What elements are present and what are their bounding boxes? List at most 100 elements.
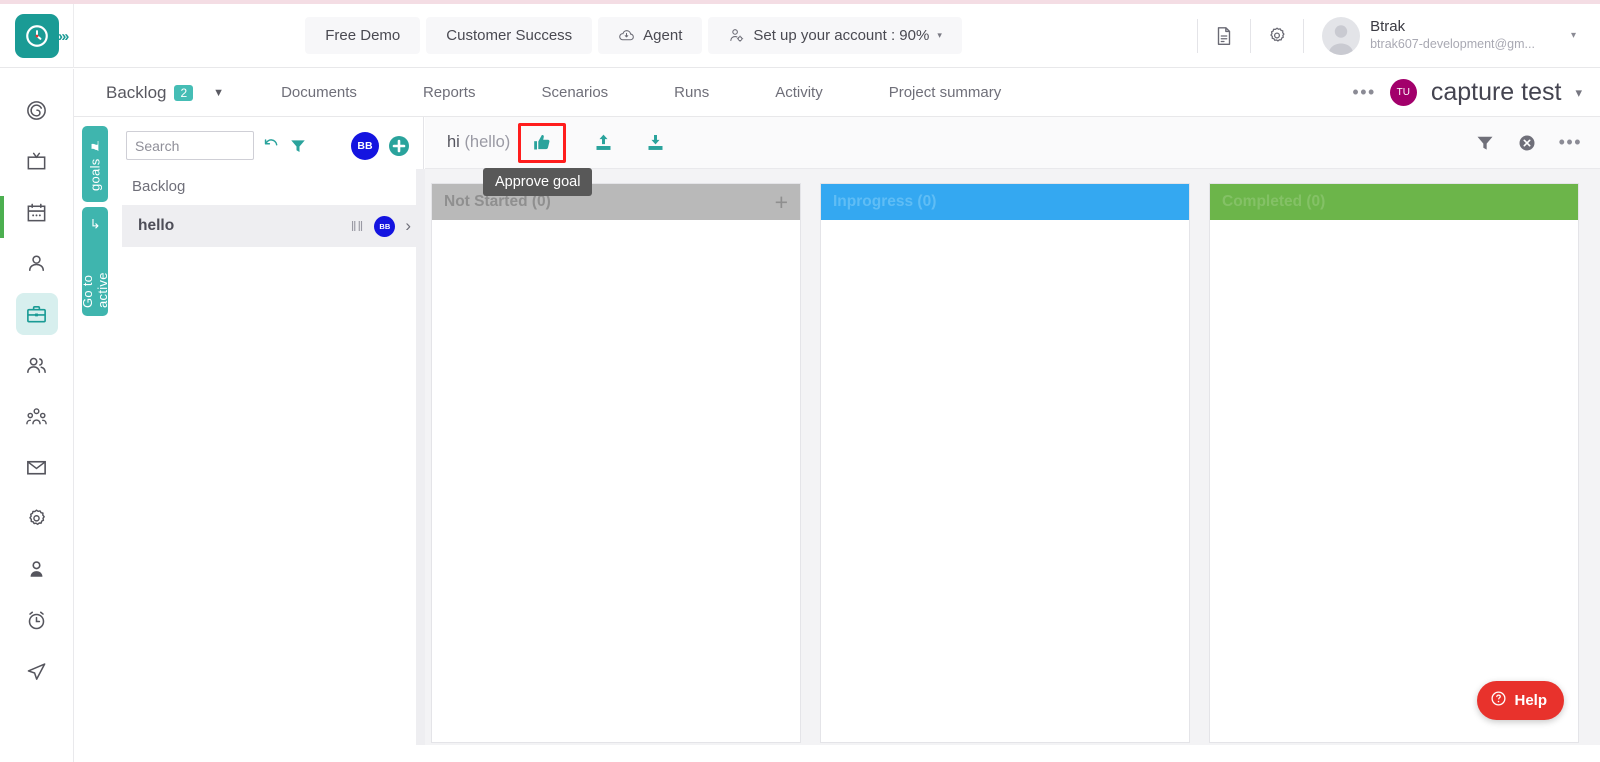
- add-card-button[interactable]: +: [775, 190, 788, 214]
- sidebar-item-profile[interactable]: [16, 242, 58, 284]
- tab-backlog-label: Backlog: [106, 82, 167, 102]
- clock-logo-icon[interactable]: [14, 13, 59, 58]
- backlog-dropdown-caret-icon[interactable]: ▼: [213, 87, 224, 99]
- user-icon: [29, 254, 44, 271]
- tab-reports[interactable]: Reports: [390, 84, 509, 101]
- sidebar-item-calendar[interactable]: [16, 191, 58, 233]
- filter-icon[interactable]: [289, 137, 307, 155]
- sidebar-item-dashboard[interactable]: [16, 89, 58, 131]
- divider: [1303, 18, 1305, 53]
- column-body-inprogress[interactable]: [821, 220, 1189, 742]
- chevron-down-icon: ▾: [937, 30, 942, 40]
- document-icon[interactable]: [1202, 14, 1246, 58]
- download-icon: [648, 134, 663, 150]
- agent-label: Agent: [643, 27, 683, 44]
- project-tab-bar: Backlog 2 ▼ Documents Reports Scenarios …: [74, 69, 1600, 117]
- tab-backlog[interactable]: Backlog 2: [74, 83, 203, 103]
- tab-runs-label: Runs: [674, 84, 710, 101]
- tab-runs[interactable]: Runs: [641, 84, 742, 101]
- tab-project-summary-label: Project summary: [888, 84, 1002, 101]
- divider: [1250, 18, 1252, 53]
- alarm-clock-icon: [28, 610, 45, 629]
- sidebar-item-settings[interactable]: [16, 497, 58, 539]
- add-circle-icon[interactable]: [387, 134, 411, 158]
- sidebar-item-mail[interactable]: [16, 446, 58, 488]
- tab-list: Documents Reports Scenarios Runs Activit…: [248, 84, 1034, 101]
- backlog-count-badge: 2: [174, 84, 194, 101]
- paper-plane-icon: [27, 662, 46, 680]
- upload-icon: [596, 134, 611, 150]
- board-filter-button[interactable]: [1475, 133, 1495, 153]
- column-completed: Completed (0): [1209, 183, 1579, 743]
- help-label: Help: [1514, 692, 1547, 709]
- tab-scenarios-label: Scenarios: [541, 84, 609, 101]
- goal-title-sub: (hello): [464, 133, 511, 151]
- tv-icon: [27, 152, 46, 169]
- kanban-board: Not Started (0) + Inprogress (0) Complet…: [425, 169, 1600, 745]
- clear-filter-button[interactable]: [1517, 133, 1537, 153]
- agent-cloud-icon: [618, 27, 635, 44]
- user-avatar-icon: [1322, 16, 1361, 55]
- chevron-right-icon[interactable]: ›: [405, 216, 411, 236]
- thumbs-up-icon: [533, 135, 550, 150]
- user-email: btrak607-development@gm...: [1370, 37, 1535, 52]
- sidebar-item-timer[interactable]: [16, 599, 58, 641]
- rail-active-marker: [0, 196, 4, 238]
- customer-success-button[interactable]: Customer Success: [426, 17, 593, 54]
- board-scroll-edge[interactable]: [416, 169, 425, 745]
- sidebar-item-projects[interactable]: [15, 293, 58, 335]
- approve-goal-button[interactable]: [518, 122, 567, 163]
- tooltip-approve-goal: Approve goal: [483, 168, 593, 196]
- header-right-group: Btrak btrak607-development@gm... ▾: [1193, 4, 1600, 68]
- board-more-button[interactable]: •••: [1559, 132, 1582, 153]
- filter-icon: [1477, 136, 1493, 150]
- gear-icon[interactable]: [1255, 14, 1299, 58]
- target-spiral-icon: [27, 100, 46, 120]
- side-tab-go-to-active[interactable]: Go to active ↰: [80, 207, 110, 316]
- column-body-completed[interactable]: [1210, 220, 1578, 742]
- sidebar-item-team[interactable]: [16, 344, 58, 386]
- tab-activity[interactable]: Activity: [742, 84, 856, 101]
- refresh-icon[interactable]: [262, 136, 281, 155]
- column-header-completed: Completed (0): [1210, 184, 1578, 220]
- download-button[interactable]: [640, 128, 670, 158]
- list-item-label: hello: [138, 217, 175, 234]
- sidebar-item-send[interactable]: [16, 650, 58, 692]
- side-tab-goals[interactable]: goals ⚑: [82, 126, 108, 202]
- sidebar-item-account[interactable]: [16, 548, 58, 590]
- user-gear-icon: [728, 27, 745, 44]
- upload-button[interactable]: [588, 128, 618, 158]
- sidebar-item-tv[interactable]: [16, 140, 58, 182]
- drag-handle-icon[interactable]: ‖‖: [351, 218, 365, 234]
- chevrons-right-icon[interactable]: »›: [58, 28, 69, 45]
- side-tab-goals-label: goals: [87, 158, 103, 192]
- sidebar-item-org[interactable]: [16, 395, 58, 437]
- calendar-icon: [27, 203, 46, 221]
- free-demo-button[interactable]: Free Demo: [305, 17, 421, 54]
- tab-documents[interactable]: Documents: [248, 84, 390, 101]
- question-circle-icon: [1490, 690, 1507, 711]
- backlog-panel-toolbar: BB: [118, 117, 423, 168]
- search-input[interactable]: [126, 131, 254, 160]
- column-inprogress: Inprogress (0): [820, 183, 1190, 743]
- tab-documents-label: Documents: [281, 84, 357, 101]
- tab-scenarios[interactable]: Scenarios: [508, 84, 641, 101]
- user-account-menu[interactable]: Btrak btrak607-development@gm... ▾: [1308, 16, 1600, 55]
- assignee-avatar[interactable]: BB: [351, 131, 379, 160]
- tab-project-summary[interactable]: Project summary: [856, 84, 1035, 101]
- project-dropdown-caret-icon[interactable]: ▾: [1575, 85, 1582, 101]
- agent-button[interactable]: Agent: [598, 17, 703, 54]
- column-title-completed: Completed (0): [1222, 193, 1326, 210]
- setup-account-button[interactable]: Set up your account : 90% ▾: [708, 17, 962, 54]
- list-item[interactable]: hello ‖‖ BB ›: [118, 205, 423, 247]
- page-title[interactable]: capture test: [1431, 78, 1562, 107]
- chevron-down-icon[interactable]: ▾: [1571, 30, 1576, 41]
- help-button[interactable]: Help: [1477, 681, 1564, 720]
- app-root: »› Free Demo Customer Success Agent Set …: [0, 0, 1600, 762]
- setup-account-label: Set up your account : 90%: [753, 27, 930, 44]
- org-people-icon: [26, 407, 47, 424]
- goal-title-main: hi: [447, 133, 465, 151]
- column-body-not-started[interactable]: [432, 220, 800, 742]
- more-horizontal-icon[interactable]: •••: [1352, 82, 1375, 103]
- project-avatar: TU: [1389, 79, 1417, 106]
